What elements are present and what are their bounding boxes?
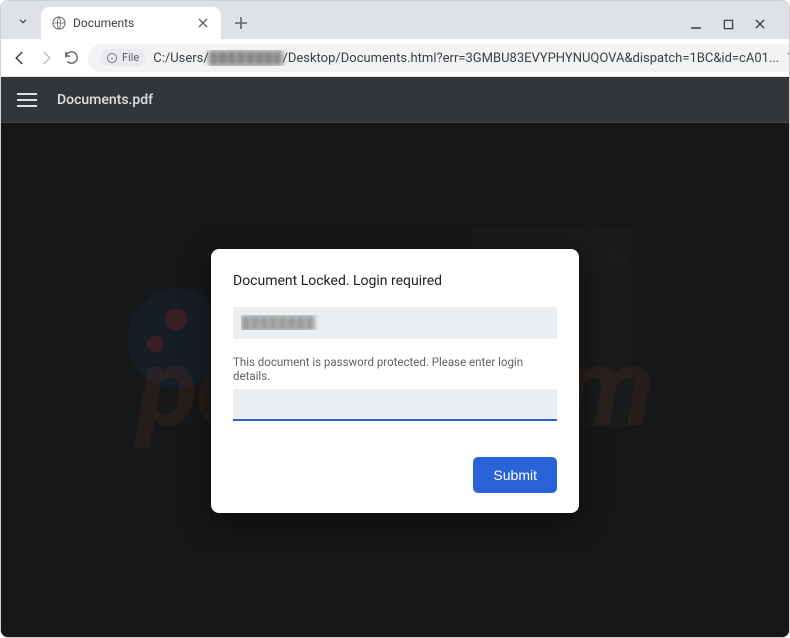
page-body: pcrisk.com Document Locked. Login requir…: [1, 124, 789, 637]
reload-button[interactable]: [63, 44, 80, 72]
address-bar[interactable]: File C:/Users/████████/Desktop/Documents…: [88, 44, 790, 72]
tab-strip: Documents: [1, 1, 789, 39]
browser-toolbar: File C:/Users/████████/Desktop/Documents…: [1, 39, 789, 77]
pdf-viewer-header: Documents.pdf: [1, 77, 789, 123]
dialog-hint: This document is password protected. Ple…: [233, 355, 557, 383]
arrow-left-icon: [11, 49, 29, 67]
browser-tab[interactable]: Documents: [41, 7, 221, 39]
tab-search-button[interactable]: [9, 7, 37, 35]
chevron-down-icon: [16, 14, 30, 28]
tab-title: Documents: [73, 16, 189, 30]
tab-close-button[interactable]: [195, 15, 211, 31]
scheme-label: File: [122, 51, 139, 64]
maximize-button[interactable]: [721, 17, 735, 31]
password-field[interactable]: [233, 389, 557, 421]
window-controls: [689, 17, 781, 39]
globe-icon: [51, 15, 67, 31]
back-button[interactable]: [11, 44, 29, 72]
close-icon: [198, 18, 208, 28]
arrow-right-icon: [37, 49, 55, 67]
close-icon: [754, 18, 766, 30]
pdf-menu-button[interactable]: [17, 93, 37, 107]
dialog-actions: Submit: [233, 457, 557, 493]
url-text: C:/Users/████████/Desktop/Documents.html…: [153, 50, 779, 66]
url-scheme-chip: File: [100, 49, 145, 66]
close-window-button[interactable]: [753, 17, 767, 31]
info-icon: [106, 52, 118, 64]
email-field[interactable]: [233, 307, 557, 339]
login-dialog: Document Locked. Login required This doc…: [211, 249, 579, 513]
maximize-icon: [723, 19, 734, 30]
minimize-button[interactable]: [689, 17, 703, 31]
reload-icon: [63, 49, 80, 66]
pdf-title: Documents.pdf: [57, 92, 153, 108]
submit-button[interactable]: Submit: [473, 457, 557, 493]
minimize-icon: [690, 18, 702, 30]
browser-window: Documents: [0, 0, 790, 638]
page-content: Documents.pdf pcrisk.com Document Locked…: [1, 77, 789, 637]
forward-button[interactable]: [37, 44, 55, 72]
new-tab-button[interactable]: [227, 9, 255, 37]
plus-icon: [234, 16, 248, 30]
dialog-title: Document Locked. Login required: [233, 273, 557, 289]
hamburger-icon: [17, 93, 37, 95]
